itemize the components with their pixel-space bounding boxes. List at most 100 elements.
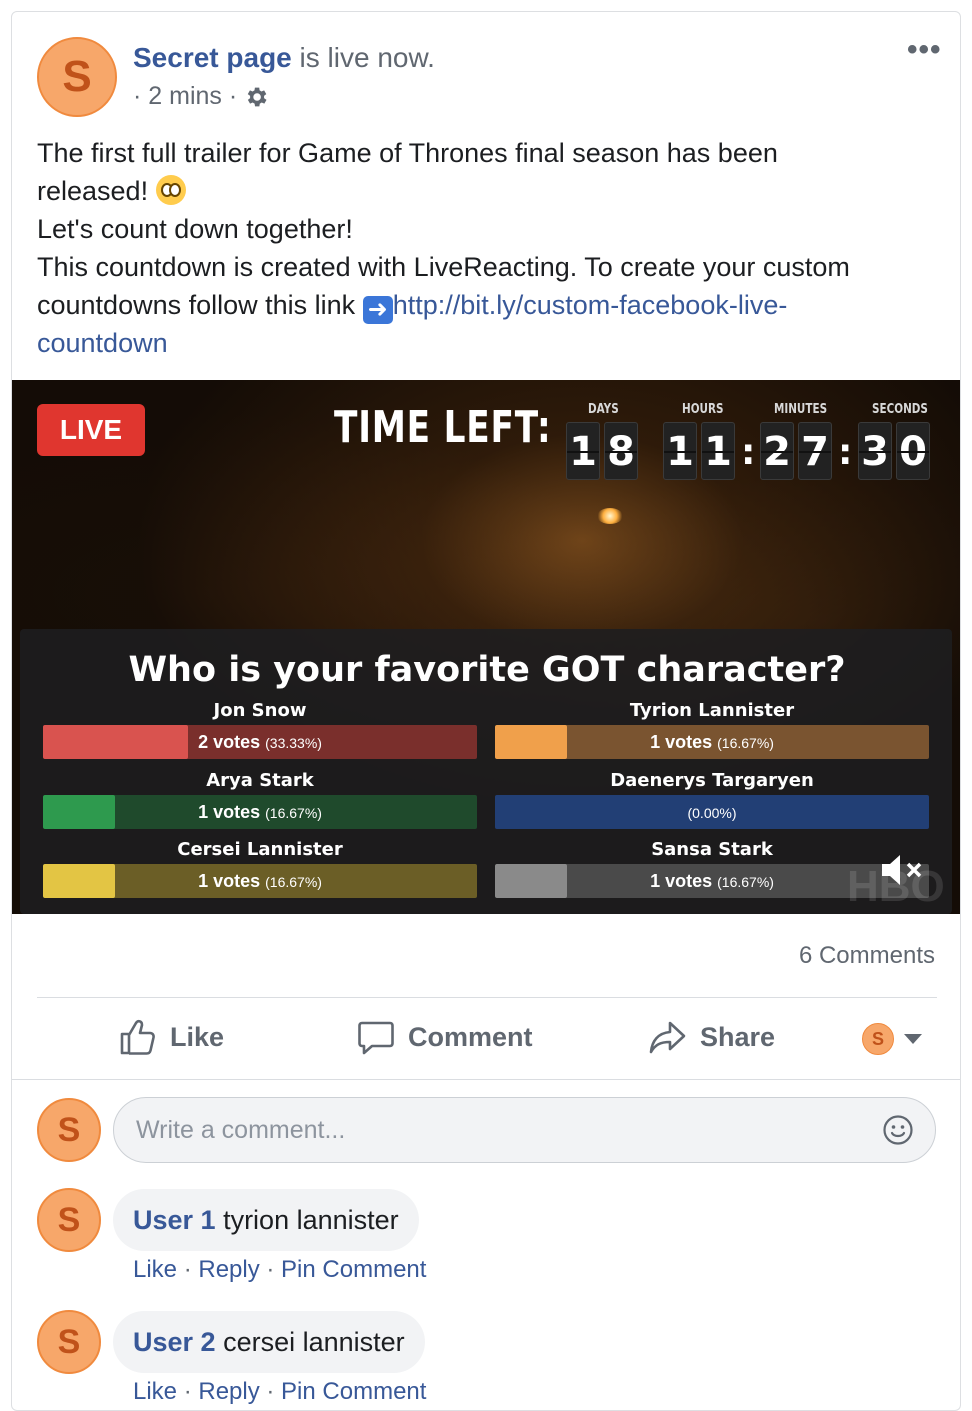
- countdown-digit: 3: [858, 422, 892, 480]
- comment-label: Comment: [408, 1021, 533, 1052]
- poll-option-votes: 1 votes: [650, 732, 713, 752]
- post-text-line: countdowns follow this link ➜ http://bit.…: [37, 290, 788, 324]
- post-text: The first full trailer for Game of Thron…: [37, 134, 937, 362]
- custom-countdown-link[interactable]: http://bit.ly/custom-facebook-live-: [393, 290, 788, 320]
- poll-option-name: Jon Snow: [213, 700, 307, 721]
- comment-author[interactable]: User 2: [133, 1327, 216, 1357]
- comment-bubble-icon: [358, 1021, 394, 1055]
- post-time[interactable]: · 2 mins ·: [133, 82, 237, 111]
- comment-button[interactable]: Comment: [356, 1017, 533, 1057]
- separator: ·: [177, 1378, 199, 1405]
- page-name-link[interactable]: Secret page: [133, 42, 292, 73]
- comment-avatar[interactable]: S: [37, 1310, 101, 1374]
- poll-option-result: 2 votes (33.33%): [43, 725, 477, 759]
- countdown-separator: :: [741, 432, 756, 473]
- poll-option-bar: 1 votes (16.67%): [43, 864, 477, 898]
- poll-option-name: Sansa Stark: [651, 839, 773, 860]
- torch-light: [597, 508, 623, 524]
- live-badge: LIVE: [37, 404, 145, 456]
- countdown-digit: 1: [663, 422, 697, 480]
- comment-reply-link[interactable]: Reply: [198, 1378, 259, 1405]
- chevron-down-icon[interactable]: [904, 1034, 922, 1044]
- divider: [12, 1079, 960, 1080]
- share-button[interactable]: Share: [648, 1017, 775, 1057]
- pin-comment-link[interactable]: Pin Comment: [281, 1378, 426, 1405]
- seconds-label: SECONDS: [872, 402, 928, 417]
- poll-option-percent: (16.67%): [265, 805, 322, 821]
- live-video[interactable]: LIVE TIME LEFT: DAYS HOURS MINUTES SECON…: [12, 380, 960, 914]
- poll-option-result: (0.00%): [495, 795, 929, 829]
- comment-input-box[interactable]: [113, 1097, 936, 1163]
- poll-option-percent: (16.67%): [265, 874, 322, 890]
- viewer-avatar[interactable]: S: [862, 1023, 894, 1055]
- share-arrow-icon: [649, 1021, 686, 1054]
- poll-option-bar: 2 votes (33.33%): [43, 725, 477, 759]
- comment-like-link[interactable]: Like: [133, 1256, 177, 1283]
- poll-option-result: 1 votes (16.67%): [43, 795, 477, 829]
- custom-countdown-link-cont[interactable]: countdown: [37, 328, 168, 358]
- separator: ·: [259, 1256, 282, 1283]
- poll-option-votes: 2 votes: [198, 732, 261, 752]
- gear-icon[interactable]: [243, 84, 269, 110]
- poll-option-name: Arya Stark: [206, 770, 314, 791]
- countdown-digit: 2: [760, 422, 794, 480]
- separator: ·: [177, 1256, 199, 1283]
- post-card: S Secret page is live now. · 2 mins · ••…: [11, 11, 961, 1411]
- comment-author[interactable]: User 1: [133, 1205, 216, 1235]
- hours-label: HOURS: [682, 402, 724, 417]
- post-meta: · 2 mins ·: [133, 82, 269, 111]
- minutes-label: MINUTES: [774, 402, 828, 417]
- post-text-line: This countdown is created with LiveReact…: [37, 252, 850, 282]
- days-label: DAYS: [588, 402, 619, 417]
- poll-option-bar: 1 votes (16.67%): [495, 725, 929, 759]
- countdown-digit: 0: [896, 422, 930, 480]
- like-button[interactable]: Like: [118, 1017, 224, 1057]
- comment-input[interactable]: [136, 1098, 856, 1162]
- countdown-digit: 1: [701, 422, 735, 480]
- comment-text: tyrion lannister: [215, 1205, 399, 1235]
- more-options-icon[interactable]: •••: [907, 35, 942, 65]
- page-avatar[interactable]: S: [37, 37, 117, 117]
- poll-option-bar: (0.00%): [495, 795, 929, 829]
- comment-bubble: User 2 cersei lannister: [113, 1311, 425, 1373]
- divider: [37, 997, 937, 998]
- comment-reply-link[interactable]: Reply: [198, 1256, 259, 1283]
- countdown-separator: :: [838, 432, 853, 473]
- countdown-digit: 1: [566, 422, 600, 480]
- separator: ·: [259, 1378, 282, 1405]
- comment-like-link[interactable]: Like: [133, 1378, 177, 1405]
- poll-option-name: Daenerys Targaryen: [610, 770, 814, 791]
- like-label: Like: [170, 1021, 225, 1052]
- poll-option-bar: 1 votes (16.67%): [43, 795, 477, 829]
- poll-option-votes: 1 votes: [198, 802, 261, 822]
- poll-option-result: 1 votes (16.67%): [495, 725, 929, 759]
- poll-option-votes: 1 votes: [650, 871, 713, 891]
- thumbs-up-icon: [120, 1019, 155, 1055]
- poll-option-name: Cersei Lannister: [177, 839, 343, 860]
- poll-option-percent: (16.67%): [717, 735, 774, 751]
- post-header: Secret page is live now.: [133, 42, 435, 74]
- right-arrow-emoji-icon: ➜: [362, 296, 393, 324]
- comment-text: cersei lannister: [215, 1327, 405, 1357]
- poll-question: Who is your favorite GOT character?: [128, 650, 846, 690]
- poll-option-percent: (33.33%): [265, 735, 322, 751]
- comment-bubble: User 1 tyrion lannister: [113, 1189, 419, 1251]
- post-text-line: The first full trailer for Game of Thron…: [37, 138, 778, 168]
- commenter-avatar[interactable]: S: [37, 1098, 101, 1162]
- poll-option-percent: (0.00%): [687, 805, 737, 821]
- comment-actions: Like · Reply · Pin Comment: [133, 1378, 426, 1406]
- flushed-emoji-icon: [155, 175, 186, 205]
- pin-comment-link[interactable]: Pin Comment: [281, 1256, 426, 1283]
- post-text-line: countdown: [37, 324, 937, 362]
- countdown-digit: 8: [604, 422, 638, 480]
- post-text-line: Let's count down together!: [37, 214, 353, 244]
- poll-option-result: 1 votes (16.67%): [43, 864, 477, 898]
- comments-count[interactable]: 6 Comments: [799, 942, 935, 970]
- mute-icon[interactable]: [878, 850, 926, 890]
- poll-option-votes: 1 votes: [198, 871, 261, 891]
- poll-option-name: Tyrion Lannister: [629, 700, 795, 721]
- comment-avatar[interactable]: S: [37, 1188, 101, 1252]
- emoji-smile-icon[interactable]: [882, 1114, 914, 1146]
- time-left-label: TIME LEFT:: [334, 402, 552, 453]
- live-status-text: is live now.: [291, 42, 435, 73]
